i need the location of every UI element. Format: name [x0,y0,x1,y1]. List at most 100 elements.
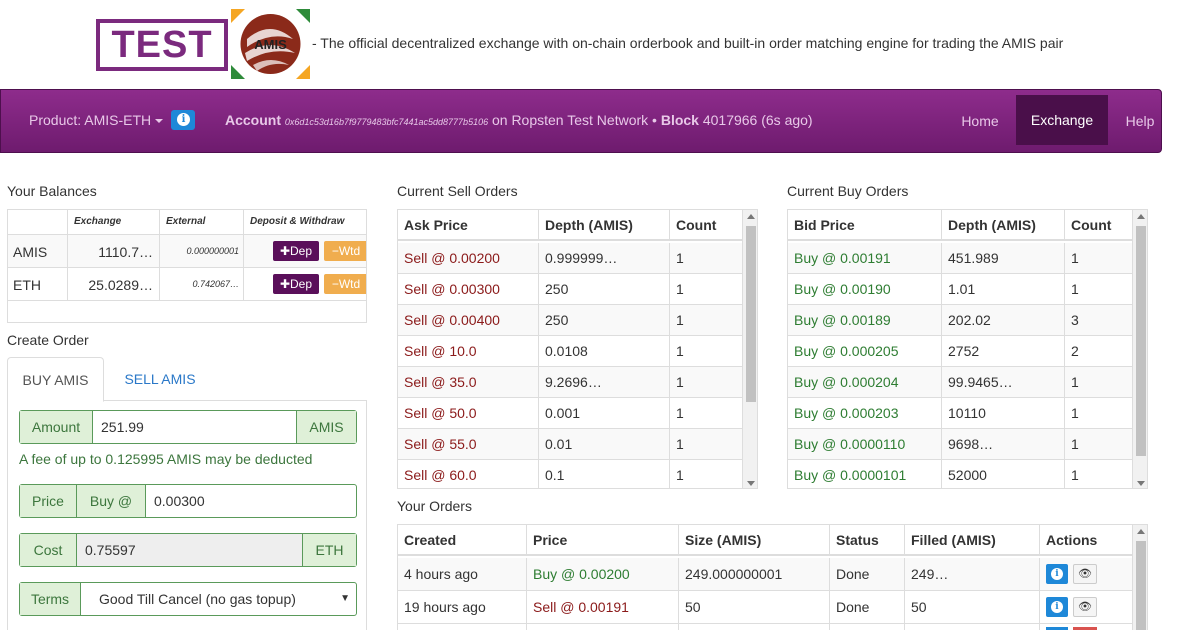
depth-cell: 9.2696… [539,367,670,398]
order-book-row[interactable]: Buy @ 0.000205 2752 2 [788,336,1132,367]
balance-row-amis: AMIS 1110.7… 0.000000001 ✚Dep −Wtd [8,235,366,268]
amount-input[interactable]: 251.99 [93,411,297,443]
order-book-row[interactable]: Buy @ 0.0000101 52000 1 [788,460,1132,488]
col-ask-price: Ask Price [398,210,539,241]
price-cell[interactable]: Sell @ 55.0 [398,429,539,460]
amis-logo-text: AMIS [254,37,287,52]
order-book-row[interactable]: Buy @ 0.0000110 9698… 1 [788,429,1132,460]
balance-actions: ✚Dep −Wtd [244,268,366,300]
price-cell[interactable]: Buy @ 0.00191 [788,243,942,274]
depth-cell: 250 [539,274,670,305]
eye-slash-icon: 👁 [1078,568,1092,580]
price-cell[interactable]: Buy @ 0.00189 [788,305,942,336]
count-cell: 1 [1071,374,1079,390]
count-cell: 1 [676,312,684,328]
order-book-row[interactable]: Sell @ 35.0 9.2696… 1 [398,367,742,398]
price-cell[interactable]: Sell @ 60.0 [398,460,539,488]
withdraw-label: Wtd [338,244,361,258]
nav-home[interactable]: Home [951,90,1009,152]
tab-sell-amis[interactable]: SELL AMIS [119,357,201,401]
col-bid-price: Bid Price [788,210,942,241]
minus-icon: − [331,244,339,258]
order-book-row[interactable]: Sell @ 0.00200 0.999999… 1 [398,243,742,274]
order-book-row[interactable]: Sell @ 0.00300 250 1 [398,274,742,305]
balance-exchange: 25.0289… [68,268,160,300]
order-info-button[interactable]: i [1046,597,1068,617]
price-cell[interactable]: Sell @ 0.00200 [398,243,539,274]
amount-unit: AMIS [297,411,356,443]
order-hide-button[interactable]: 👁 [1073,597,1097,617]
price-input[interactable]: 0.00300 [146,485,356,517]
price-label: Price [20,485,77,517]
price-cell[interactable]: Buy @ 0.000203 [788,398,942,429]
order-tabs: BUY AMIS SELL AMIS [7,357,367,402]
count-cell: 1 [676,374,684,390]
withdraw-label: Wtd [338,277,361,291]
your-order-row: 4 hours ago Buy @ 0.00200 249.000000001 … [398,558,1132,591]
nav-exchange[interactable]: Exchange [1016,95,1108,145]
product-label: Product: AMIS-ETH [29,112,152,128]
order-book-row[interactable]: Buy @ 0.00190 1.01 1 [788,274,1132,305]
price-cell[interactable]: Buy @ 0.00190 [788,274,942,305]
price-cell[interactable]: Sell @ 0.00400 [398,305,539,336]
depth-cell: 52000 [942,460,1065,488]
order-size: 50 [679,591,830,624]
account-address: 0x6d1c53d16b7f9779483bfc7441ac5dd8777b51… [284,117,489,127]
nav-help[interactable]: Help [1117,90,1163,152]
withdraw-eth-button[interactable]: −Wtd [324,274,366,294]
price-cell[interactable]: Buy @ 0.000204 [788,367,942,398]
test-logo[interactable]: TEST [96,19,228,71]
your-orders-scrollbar[interactable] [1132,525,1147,630]
order-price: Buy @ 0.00200 [527,558,679,591]
sell-orders-header-row: Ask Price Depth (AMIS) Count [398,210,742,241]
withdraw-amis-button[interactable]: −Wtd [324,241,366,261]
partial-cell [398,624,527,630]
price-cell[interactable]: Sell @ 10.0 [398,336,539,367]
price-cell[interactable]: Sell @ 35.0 [398,367,539,398]
select-arrow-icon: ▼ [340,593,350,604]
balance-actions: ✚Dep −Wtd [244,235,366,267]
depth-cell: 451.989 [942,243,1065,274]
order-hide-button[interactable]: 👁 [1073,564,1097,584]
product-dropdown[interactable]: Product: AMIS-ETH [29,112,164,128]
deposit-amis-button[interactable]: ✚Dep [273,241,319,261]
order-book-row[interactable]: Buy @ 0.00191 451.989 1 [788,243,1132,274]
buy-orders-title: Current Buy Orders [787,183,909,199]
order-book-row[interactable]: Sell @ 10.0 0.0108 1 [398,336,742,367]
deposit-eth-button[interactable]: ✚Dep [273,274,319,294]
info-icon: i [177,113,190,126]
price-cell[interactable]: Buy @ 0.0000110 [788,429,942,460]
order-actions: i 👁 [1040,558,1132,591]
scrollbar-thumb[interactable] [1136,541,1146,630]
order-book-row[interactable]: Buy @ 0.000204 99.9465… 1 [788,367,1132,398]
price-cell[interactable]: Buy @ 0.0000101 [788,460,942,488]
sell-orders-scrollbar[interactable] [742,210,757,488]
order-book-row[interactable]: Sell @ 50.0 0.001 1 [398,398,742,429]
order-book-row[interactable]: Buy @ 0.00189 202.02 3 [788,305,1132,336]
price-cell[interactable]: Buy @ 0.000205 [788,336,942,367]
scrollbar-thumb[interactable] [746,226,756,402]
order-book-row[interactable]: Sell @ 60.0 0.1 1 [398,460,742,488]
order-book-row[interactable]: Sell @ 55.0 0.01 1 [398,429,742,460]
navbar: Product: AMIS-ETH i Account 0x6d1c53d16b… [0,89,1162,153]
order-book-row[interactable]: Buy @ 0.000203 10110 1 [788,398,1132,429]
order-info-button[interactable]: i [1046,564,1068,584]
order-created: 4 hours ago [398,558,527,591]
amis-logo[interactable]: AMIS [231,9,310,79]
sell-orders-title: Current Sell Orders [397,183,518,199]
price-cell[interactable]: Sell @ 50.0 [398,398,539,429]
buy-orders-scrollbar[interactable] [1132,210,1147,488]
order-book-row[interactable]: Sell @ 0.00400 250 1 [398,305,742,336]
depth-cell: 202.02 [942,305,1065,336]
terms-select[interactable]: Good Till Cancel (no gas topup) ▼ [81,583,356,615]
tab-buy-amis[interactable]: BUY AMIS [7,357,104,402]
balance-exchange: 1110.7… [68,235,160,267]
terms-label: Terms [20,583,81,615]
balance-row-empty [8,301,366,322]
count-cell: 1 [676,281,684,297]
order-actions: i 👁 [1040,591,1132,624]
scrollbar-thumb[interactable] [1136,226,1146,456]
price-cell[interactable]: Sell @ 0.00300 [398,274,539,305]
order-size: 249.000000001 [679,558,830,591]
product-info-button[interactable]: i [171,110,195,130]
